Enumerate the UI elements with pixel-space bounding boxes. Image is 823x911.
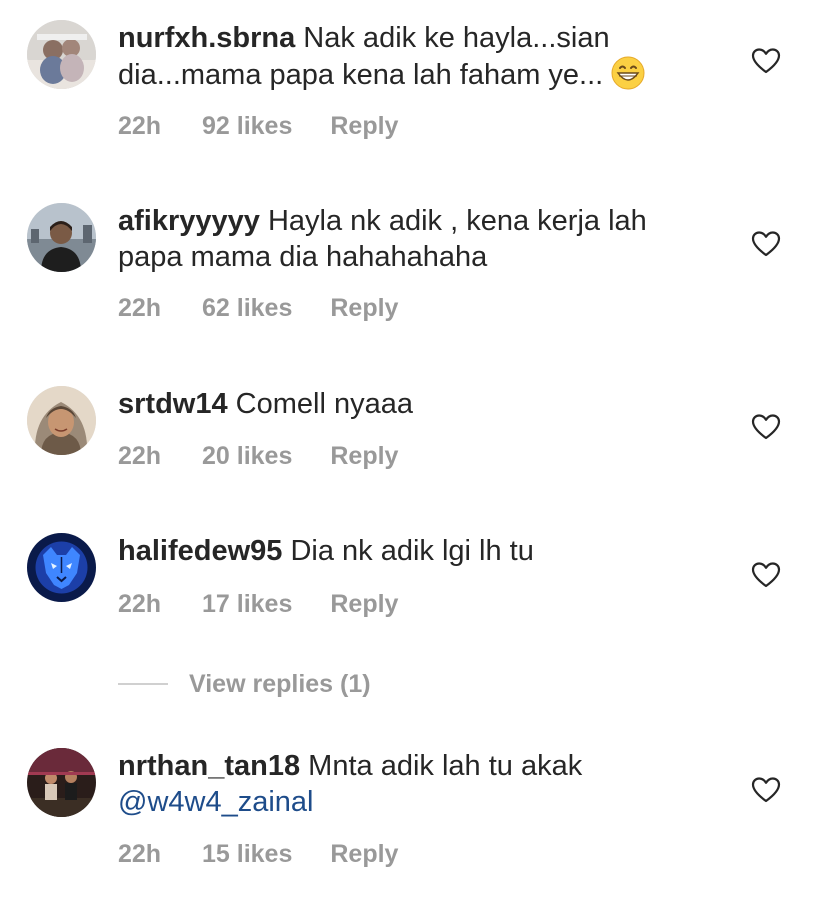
comment-meta: 22h 92 likes Reply [118, 111, 398, 141]
comment-time: 22h [118, 293, 162, 322]
like-button[interactable] [751, 413, 781, 441]
heart-outline-icon [751, 414, 781, 440]
comment-likes[interactable]: 15 likes [202, 840, 292, 869]
comment-likes[interactable]: 17 likes [202, 590, 292, 619]
reply-button[interactable]: Reply [330, 294, 398, 323]
avatar-photo-icon [27, 748, 96, 817]
view-replies-divider [118, 683, 168, 685]
comment-meta: 22h 62 likes Reply [118, 293, 398, 323]
comment-meta: 22h 20 likes Reply [118, 441, 398, 471]
comment-meta: 22h 15 likes Reply [118, 839, 398, 869]
comment-username[interactable]: halifedew95 [118, 535, 282, 567]
view-replies-button[interactable]: View replies (1) [189, 670, 371, 699]
comment-meta: 22h 17 likes Reply [118, 589, 398, 619]
like-button[interactable] [751, 561, 781, 589]
comment-body: Dia nk adik lgi lh tu [282, 535, 534, 567]
comment-body: Comell nyaaa [227, 388, 413, 420]
comment-username[interactable]: nurfxh.sbrna [118, 22, 295, 54]
comment-username[interactable]: afikryyyyy [118, 205, 260, 237]
avatar[interactable] [27, 203, 96, 272]
avatar[interactable] [27, 20, 96, 89]
comment-likes[interactable]: 92 likes [202, 112, 292, 141]
comment-time: 22h [118, 111, 162, 140]
comment-username[interactable]: nrthan_tan18 [118, 750, 300, 782]
grinning-face-emoji [611, 56, 645, 90]
comment-time: 22h [118, 839, 162, 868]
view-replies: View replies (1) [118, 669, 371, 699]
comment-text: nrthan_tan18 Mnta adik lah tu akak @w4w4… [118, 748, 718, 820]
comment-likes[interactable]: 62 likes [202, 294, 292, 323]
comment-username[interactable]: srtdw14 [118, 388, 228, 420]
comment-likes[interactable]: 20 likes [202, 442, 292, 471]
avatar-photo-icon [27, 386, 96, 455]
heart-outline-icon [751, 562, 781, 588]
comment-text: halifedew95 Dia nk adik lgi lh tu [118, 533, 718, 569]
comment-body: Mnta adik lah tu akak [300, 750, 583, 782]
avatar[interactable] [27, 533, 96, 602]
mention-link[interactable]: @w4w4_zainal [118, 786, 313, 818]
reply-button[interactable]: Reply [330, 112, 398, 141]
comment-text: srtdw14 Comell nyaaa [118, 386, 718, 422]
comment-time: 22h [118, 441, 162, 470]
comment-text: afikryyyyy Hayla nk adik , kena kerja la… [118, 203, 718, 275]
avatar-photo-icon [27, 533, 96, 602]
avatar[interactable] [27, 748, 96, 817]
heart-outline-icon [751, 48, 781, 74]
avatar[interactable] [27, 386, 96, 455]
reply-button[interactable]: Reply [330, 442, 398, 471]
comment-text: nurfxh.sbrna Nak adik ke hayla...sian di… [118, 20, 718, 93]
reply-button[interactable]: Reply [330, 590, 398, 619]
heart-outline-icon [751, 231, 781, 257]
avatar-photo-icon [27, 20, 96, 89]
like-button[interactable] [751, 776, 781, 804]
like-button[interactable] [751, 230, 781, 258]
like-button[interactable] [751, 47, 781, 75]
reply-button[interactable]: Reply [330, 840, 398, 869]
avatar-photo-icon [27, 203, 96, 272]
heart-outline-icon [751, 777, 781, 803]
comment-time: 22h [118, 589, 162, 618]
